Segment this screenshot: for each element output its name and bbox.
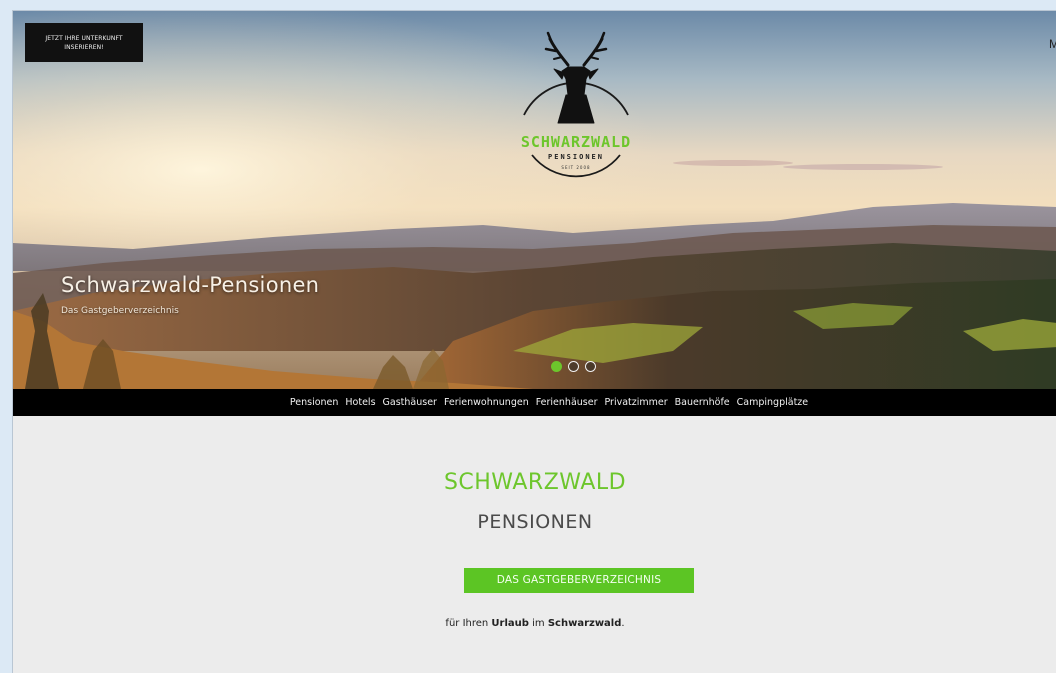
tagline-bold-schwarzwald: Schwarzwald <box>547 618 622 629</box>
slider-dots <box>551 361 596 372</box>
browser-viewport: Jetzt Ihre Unterkunft inserieren! M <box>12 10 1056 673</box>
insert-listing-button[interactable]: Jetzt Ihre Unterkunft inserieren! <box>25 23 143 62</box>
logo-title: SCHWARZWALD <box>520 133 632 151</box>
tagline-text: . <box>621 618 625 629</box>
intro-subtitle: PENSIONEN <box>477 511 593 533</box>
nav-item-pensionen[interactable]: Pensionen <box>290 397 339 408</box>
logo-subtitle: PENSIONEN <box>548 153 604 161</box>
slider-dot-2[interactable] <box>568 361 579 372</box>
intro-section: SCHWARZWALD PENSIONEN DAS GASTGEBERVERZE… <box>13 416 1056 673</box>
nav-item-bauernhoefe[interactable]: Bauernhöfe <box>675 397 730 408</box>
main-navigation: Pensionen Hotels Gasthäuser Ferienwohnungen… <box>13 389 1056 416</box>
intro-title: SCHWARZWALD <box>443 470 627 495</box>
nav-item-privatzimmer[interactable]: Privatzimmer <box>604 397 667 408</box>
hero-subtitle: Das Gastgeberverzeichnis <box>61 306 179 316</box>
nav-item-ferienwohnungen[interactable]: Ferienwohnungen <box>444 397 529 408</box>
nav-item-hotels[interactable]: Hotels <box>345 397 375 408</box>
site-logo[interactable]: SCHWARZWALD PENSIONEN SEIT 2008 <box>506 23 646 195</box>
tagline-bold-urlaub: Urlaub <box>491 618 529 629</box>
menu-label[interactable]: M <box>1049 37 1056 51</box>
slider-dot-3[interactable] <box>585 361 596 372</box>
nav-item-gasthaeuser[interactable]: Gasthäuser <box>383 397 437 408</box>
directory-badge: DAS GASTGEBERVERZEICHNIS <box>464 568 694 593</box>
logo-since: SEIT 2008 <box>561 165 591 170</box>
hero-title: Schwarzwald-Pensionen <box>61 273 320 297</box>
slider-dot-1[interactable] <box>551 361 562 372</box>
nav-item-campingplaetze[interactable]: Campingplätze <box>737 397 808 408</box>
tagline-text: für Ihren <box>445 618 492 629</box>
tagline-text: im <box>528 618 548 629</box>
hero-slider: Jetzt Ihre Unterkunft inserieren! M <box>13 11 1056 389</box>
intro-tagline: für Ihren Urlaub im Schwarzwald. <box>13 618 1056 629</box>
nav-item-ferienhaeuser[interactable]: Ferienhäuser <box>536 397 598 408</box>
